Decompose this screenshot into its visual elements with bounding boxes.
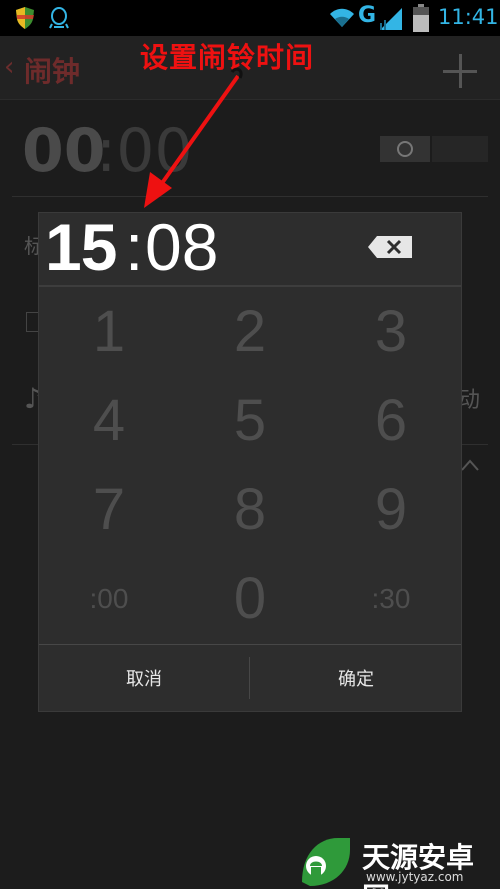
alarm-toggle[interactable] xyxy=(380,136,430,162)
alarm-minute[interactable]: :00 xyxy=(96,116,193,186)
battery-icon xyxy=(413,4,429,32)
status-clock: 11:41 xyxy=(438,5,499,29)
ok-button[interactable]: 确定 xyxy=(251,645,461,711)
alarm-toggle-track[interactable] xyxy=(432,136,488,162)
keypad-key-7[interactable]: 7 xyxy=(39,465,179,554)
divider xyxy=(12,196,488,197)
alarm-hour[interactable]: 00 xyxy=(22,116,106,186)
keypad-key-9[interactable]: 9 xyxy=(321,465,461,554)
vibrate-label-partial[interactable]: 动 xyxy=(458,382,480,414)
wifi-icon xyxy=(330,8,354,27)
qq-penguin-icon xyxy=(49,7,69,29)
back-chevron-icon[interactable]: ‹ xyxy=(4,52,14,82)
watermark-url: www.jytyaz.com xyxy=(366,870,464,884)
keypad-key-4[interactable]: 4 xyxy=(39,376,179,465)
android-logo-icon xyxy=(302,838,350,886)
add-alarm-icon[interactable] xyxy=(440,52,480,92)
numeric-keypad: 1 2 3 4 5 6 7 8 9 :00 0 :30 xyxy=(39,287,461,643)
keypad-key-6[interactable]: 6 xyxy=(321,376,461,465)
backspace-icon[interactable] xyxy=(367,235,413,259)
status-bar: G 11:41 xyxy=(0,0,500,36)
toggle-knob-icon xyxy=(397,141,413,157)
keypad-key-1[interactable]: 1 xyxy=(39,287,179,376)
shield-icon xyxy=(16,7,34,29)
keypad-key-3[interactable]: 3 xyxy=(321,287,461,376)
time-readout: 15 : 08 xyxy=(39,210,461,285)
keypad-key-8[interactable]: 8 xyxy=(180,465,320,554)
readout-hour: 15 xyxy=(45,210,117,284)
keypad-key-2[interactable]: 2 xyxy=(180,287,320,376)
signal-strength-icon xyxy=(380,8,402,30)
readout-colon: : xyxy=(125,210,144,284)
collapse-chevron-icon[interactable] xyxy=(460,456,480,476)
annotation-text: 设置闹铃时间 xyxy=(140,41,315,74)
keypad-key-0[interactable]: 0 xyxy=(180,554,320,643)
button-divider xyxy=(249,657,250,699)
time-picker-dialog: 15 : 08 1 2 3 4 5 6 7 8 9 :00 0 :30 取消 确… xyxy=(39,210,461,711)
app-title: 闹钟 xyxy=(24,55,81,88)
keypad-key-30[interactable]: :30 xyxy=(321,554,461,643)
cancel-button[interactable]: 取消 xyxy=(39,645,249,711)
keypad-key-5[interactable]: 5 xyxy=(180,376,320,465)
readout-minute: 08 xyxy=(145,210,219,284)
keypad-key-00[interactable]: :00 xyxy=(39,554,179,643)
repeat-checkbox[interactable] xyxy=(26,312,40,332)
watermark: 天源安卓网 www.jytyaz.com xyxy=(296,832,500,889)
network-type-label: G xyxy=(358,3,377,28)
